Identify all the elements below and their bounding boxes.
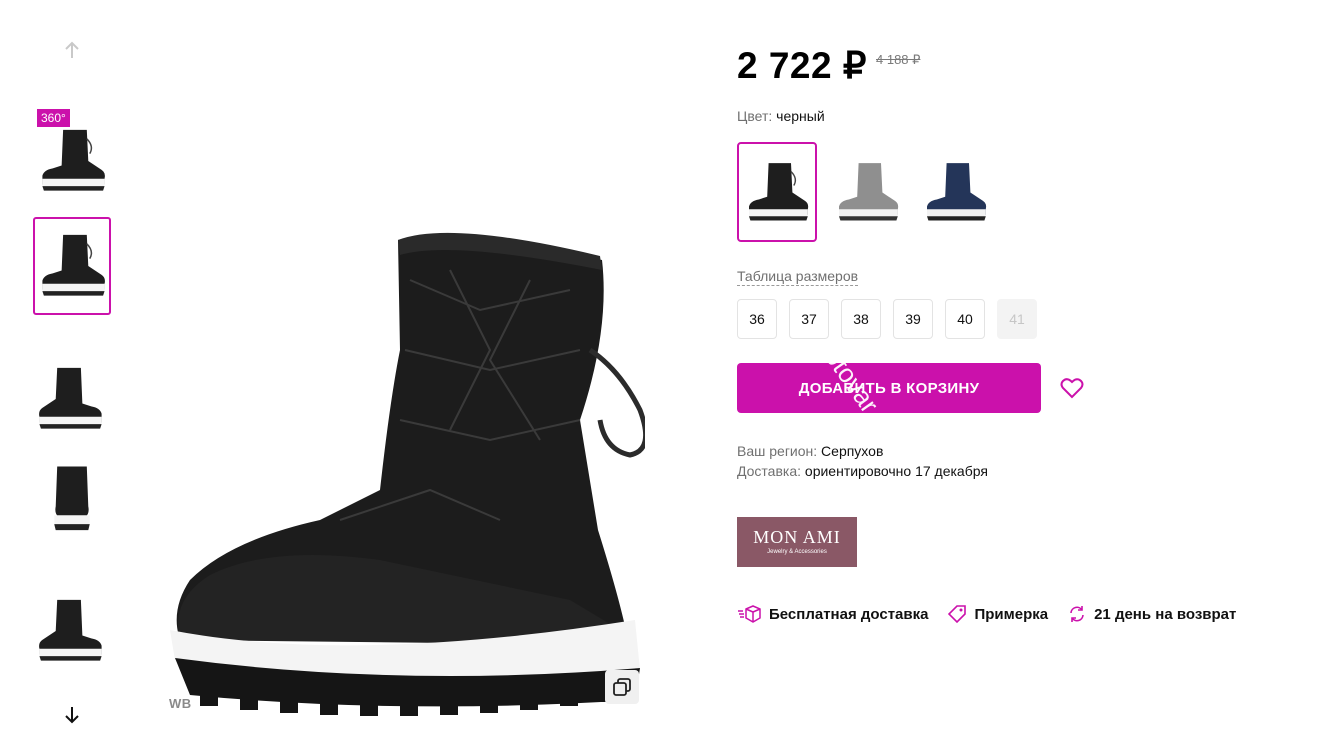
delivery-value: ориентировочно 17 декабря [804,463,988,479]
color-swatch-grey[interactable] [827,142,907,242]
boot-thumbnail-image [35,354,109,444]
feature-label: 21 день на возврат [1094,605,1237,623]
feature-label: Бесплатная доставка [769,605,929,623]
current-price: 2 722 ₽ [737,45,867,86]
boot-swatch-image [742,150,812,235]
brand-name: MON AMI [753,527,841,547]
thumbnail-4[interactable] [33,582,111,680]
copy-icon [613,678,631,696]
size-button-38[interactable]: 38 [841,299,881,339]
tag-icon [948,605,967,623]
thumbnail-3[interactable] [33,450,111,548]
thumbnail-2[interactable] [33,350,111,448]
brand-logo[interactable]: MON AMI Jewelry & Accessories [737,517,857,567]
feature-label: Примерка [974,605,1049,623]
box-icon [738,605,761,623]
delivery-line: Доставка: ориентировочно 17 декабря [737,463,988,479]
color-swatch-navy[interactable] [915,142,995,242]
add-to-favorites-button[interactable] [1058,374,1086,402]
boot-thumbnail-image [35,454,109,544]
size-selector: 36 37 38 39 40 41 [737,299,1037,339]
feature-list: Бесплатная доставка Примерка 21 день на … [737,605,1236,623]
boot-swatch-image [839,162,899,220]
region-label: Ваш регион: [737,443,818,459]
add-to-cart-button[interactable]: ДОБАВИТЬ В КОРЗИНУ [737,363,1041,413]
size-button-41: 41 [997,299,1037,339]
size-button-40[interactable]: 40 [945,299,985,339]
thumbnail-gallery: 360° [0,0,140,743]
badge-360: 360° [37,109,70,127]
boot-swatch-image [927,162,987,220]
color-row: Цвет: черный [737,108,825,124]
boot-thumbnail-image [35,221,109,311]
gallery-scroll-down-button[interactable] [60,703,84,727]
size-button-36[interactable]: 36 [737,299,777,339]
size-button-39[interactable]: 39 [893,299,933,339]
region-line: Ваш регион: Серпухов [737,443,883,459]
feature-fitting: Примерка [948,605,1048,623]
feature-returns: 21 день на возврат [1068,605,1236,623]
boot-main-image [170,232,649,716]
color-value: черный [776,108,825,124]
boot-thumbnail-image [35,586,109,676]
gallery-scroll-up-button[interactable] [60,38,84,62]
zoom-image-button[interactable] [605,670,639,704]
thumbnail-1[interactable] [33,217,111,315]
image-watermark: WB [169,696,192,711]
main-product-image[interactable] [150,200,649,720]
region-value[interactable]: Серпухов [821,443,883,459]
delivery-label: Доставка: [737,463,802,479]
brand-tagline: Jewelry & Accessories [767,549,827,555]
boot-thumbnail-image [35,116,109,206]
feature-free-delivery: Бесплатная доставка [737,605,928,623]
size-button-37[interactable]: 37 [789,299,829,339]
old-price: 4 188 ₽ [876,52,921,67]
return-icon [1070,606,1084,622]
color-label: Цвет: [737,108,773,124]
color-swatch-black[interactable] [737,142,817,242]
size-table-link[interactable]: Таблица размеров [737,268,859,286]
arrow-up-icon [65,41,79,58]
heart-icon [1060,378,1084,399]
arrow-down-icon [65,707,79,724]
